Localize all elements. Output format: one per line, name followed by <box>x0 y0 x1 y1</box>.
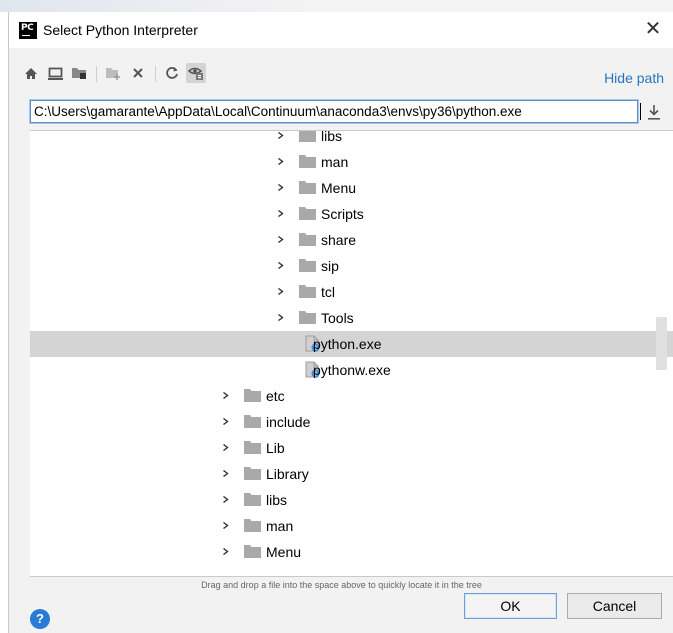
chevron-right-icon[interactable] <box>222 444 229 451</box>
folder-icon <box>299 259 316 272</box>
chevron-right-icon[interactable] <box>277 288 284 295</box>
show-hidden-files-icon[interactable] <box>186 63 206 83</box>
folder-icon <box>299 155 316 168</box>
tree-folder-row[interactable]: Tools <box>30 305 673 331</box>
chevron-right-icon[interactable] <box>277 184 284 191</box>
tree-folder-row[interactable]: libs <box>30 487 673 513</box>
chevron-right-icon[interactable] <box>222 496 229 503</box>
folder-icon <box>299 285 316 298</box>
file-tree[interactable]: libs man Menu Scripts share sip tcl Tools python… <box>30 130 673 577</box>
select-interpreter-dialog: PC Select Python Interpreter ✕ Hide path <box>8 12 673 633</box>
delete-icon[interactable] <box>129 65 147 81</box>
chevron-right-icon[interactable] <box>222 392 229 399</box>
ok-button[interactable]: OK <box>464 593 557 619</box>
folder-icon <box>244 519 261 532</box>
chevron-right-icon[interactable] <box>277 158 284 165</box>
tree-item-label: Menu <box>321 180 357 196</box>
tree-folder-row[interactable]: sip <box>30 253 673 279</box>
tree-item-label: Lib <box>266 440 285 456</box>
folder-icon <box>299 207 316 220</box>
tree-folder-row[interactable]: share <box>30 227 673 253</box>
tree-item-label: libs <box>266 492 288 508</box>
chevron-right-icon[interactable] <box>222 522 229 529</box>
pycharm-app-icon: PC <box>19 22 37 39</box>
file-chooser-toolbar <box>9 56 673 86</box>
tree-item-label: python.exe <box>313 336 382 352</box>
tree-folder-row[interactable]: include <box>30 409 673 435</box>
hide-path-link[interactable]: Hide path <box>604 70 664 86</box>
close-icon[interactable]: ✕ <box>642 16 664 42</box>
folder-icon <box>299 233 316 246</box>
tree-item-label: libs <box>321 130 343 144</box>
new-folder-icon[interactable] <box>104 65 122 81</box>
chevron-right-icon[interactable] <box>277 132 284 139</box>
tree-item-label: tcl <box>321 284 335 300</box>
dialog-title: Select Python Interpreter <box>43 22 198 38</box>
folder-icon <box>244 415 261 428</box>
tree-folder-row[interactable]: Menu <box>30 539 673 565</box>
folder-icon <box>244 441 261 454</box>
tree-scrollbar-thumb[interactable] <box>656 317 667 370</box>
tree-folder-row[interactable]: etc <box>30 383 673 409</box>
help-icon[interactable]: ? <box>30 609 50 629</box>
tree-item-label: include <box>266 414 311 430</box>
folder-icon <box>299 181 316 194</box>
tree-item-label: share <box>321 232 357 248</box>
tree-item-label: man <box>266 518 294 534</box>
desktop-icon[interactable] <box>46 65 64 81</box>
tree-item-label: Library <box>266 466 309 482</box>
tree-file-row[interactable]: python.exe <box>30 331 673 357</box>
tree-item-label: pythonw.exe <box>313 362 391 378</box>
tree-item-label: sip <box>321 258 339 274</box>
folder-icon <box>244 467 261 480</box>
refresh-icon[interactable] <box>163 65 181 81</box>
tree-folder-row[interactable]: Library <box>30 461 673 487</box>
folder-icon <box>244 389 261 402</box>
chevron-right-icon[interactable] <box>277 314 284 321</box>
tree-item-label: Menu <box>266 544 302 560</box>
folder-icon <box>299 311 316 324</box>
tree-file-row[interactable]: pythonw.exe <box>30 357 673 383</box>
chevron-right-icon[interactable] <box>277 210 284 217</box>
home-icon[interactable] <box>22 65 40 81</box>
cancel-button[interactable]: Cancel <box>567 593 662 619</box>
chevron-right-icon[interactable] <box>222 418 229 425</box>
chevron-right-icon[interactable] <box>222 470 229 477</box>
chevron-right-icon[interactable] <box>277 236 284 243</box>
tree-folder-row[interactable]: tcl <box>30 279 673 305</box>
path-input[interactable] <box>34 102 630 121</box>
background-window-strip <box>0 0 673 12</box>
folder-icon <box>299 131 316 142</box>
drag-drop-hint: Drag and drop a file into the space abov… <box>201 580 482 590</box>
tree-folder-row[interactable]: Menu <box>30 175 673 201</box>
project-folder-icon[interactable] <box>70 65 88 81</box>
tree-folder-row[interactable]: libs <box>30 130 673 149</box>
download-icon[interactable] <box>646 102 662 122</box>
tree-item-label: Scripts <box>321 206 364 222</box>
chevron-right-icon[interactable] <box>222 548 229 555</box>
folder-icon <box>244 493 261 506</box>
chevron-right-icon[interactable] <box>277 262 284 269</box>
folder-icon <box>244 545 261 558</box>
title-bar: PC Select Python Interpreter ✕ <box>9 12 673 48</box>
tree-folder-row[interactable]: Scripts <box>30 201 673 227</box>
path-input-box[interactable] <box>30 100 641 123</box>
tree-folder-row[interactable]: man <box>30 513 673 539</box>
tree-item-label: man <box>321 154 349 170</box>
tree-folder-row[interactable]: man <box>30 149 673 175</box>
tree-item-label: etc <box>266 388 285 404</box>
tree-item-label: Tools <box>321 310 354 326</box>
tree-folder-row[interactable]: Lib <box>30 435 673 461</box>
